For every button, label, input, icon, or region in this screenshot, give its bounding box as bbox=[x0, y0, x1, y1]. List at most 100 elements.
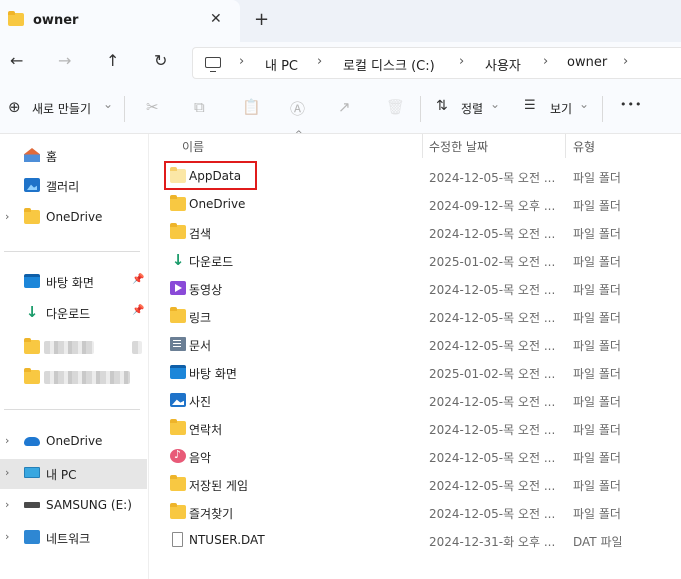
breadcrumb-local-disk[interactable]: 로컬 디스크 (C:) bbox=[343, 55, 435, 74]
new-icon: ⊕ bbox=[8, 98, 21, 116]
back-button[interactable]: ← bbox=[10, 51, 23, 70]
folder-icon bbox=[24, 368, 40, 384]
redacted-label bbox=[44, 371, 130, 384]
sidebar-item-label: 홈 bbox=[46, 150, 58, 164]
divider bbox=[4, 251, 140, 252]
sidebar-item-redacted[interactable] bbox=[0, 364, 147, 392]
up-button[interactable]: ↑ bbox=[106, 51, 119, 70]
file-row[interactable]: ↓ 다운로드 2025-01-02-목 오전 ... 파일 폴더 bbox=[149, 246, 681, 274]
file-row[interactable]: 동영상 2024-12-05-목 오전 ... 파일 폴더 bbox=[149, 274, 681, 302]
column-header-date[interactable]: 수정한 날짜 bbox=[429, 138, 488, 155]
file-row[interactable]: 사진 2024-12-05-목 오전 ... 파일 폴더 bbox=[149, 386, 681, 414]
new-tab-button[interactable]: + bbox=[254, 9, 269, 30]
navigation-pane: 홈 갤러리 › OneDrive 바탕 화면 📌 ↓ 다운로드 📌 › OneD… bbox=[0, 134, 148, 579]
chevron-right-icon[interactable]: › bbox=[317, 54, 322, 69]
breadcrumb-this-pc[interactable]: 내 PC bbox=[265, 55, 298, 74]
file-date: 2024-12-05-목 오전 ... bbox=[429, 451, 556, 465]
chevron-right-icon[interactable]: › bbox=[623, 54, 628, 69]
sidebar-item-downloads[interactable]: ↓ 다운로드 📌 bbox=[0, 299, 147, 327]
file-date: 2024-09-12-목 오후 ... bbox=[429, 199, 556, 213]
divider bbox=[420, 96, 421, 122]
file-row[interactable]: 연락처 2024-12-05-목 오전 ... 파일 폴더 bbox=[149, 414, 681, 442]
sidebar-item-samsung-drive[interactable]: › SAMSUNG (E:) bbox=[0, 492, 147, 520]
file-row[interactable]: 링크 2024-12-05-목 오전 ... 파일 폴더 bbox=[149, 302, 681, 330]
sidebar-item-label: OneDrive bbox=[46, 434, 103, 448]
chevron-right-icon[interactable]: › bbox=[5, 210, 9, 223]
file-row[interactable]: 저장된 게임 2024-12-05-목 오전 ... 파일 폴더 bbox=[149, 470, 681, 498]
chevron-right-icon[interactable]: › bbox=[5, 434, 9, 447]
folder-icon bbox=[170, 195, 186, 211]
delete-icon[interactable]: 🗑 bbox=[386, 98, 405, 116]
address-bar[interactable]: › 내 PC › 로컬 디스크 (C:) › 사용자 › owner › bbox=[192, 47, 681, 79]
sidebar-item-gallery[interactable]: 갤러리 bbox=[0, 172, 147, 200]
share-icon[interactable]: ↗ bbox=[338, 98, 351, 116]
file-type: 파일 폴더 bbox=[573, 283, 621, 297]
chevron-right-icon[interactable]: › bbox=[5, 530, 9, 543]
column-divider[interactable] bbox=[422, 134, 423, 158]
sidebar-item-home[interactable]: 홈 bbox=[0, 142, 147, 170]
copy-icon[interactable]: ⧉ bbox=[194, 98, 205, 116]
sidebar-item-network[interactable]: › 네트워크 bbox=[0, 524, 147, 552]
file-type: 파일 폴더 bbox=[573, 395, 621, 409]
chevron-right-icon[interactable]: › bbox=[543, 54, 548, 69]
tab-owner[interactable]: owner ✕ bbox=[0, 0, 240, 42]
redacted-label bbox=[44, 341, 94, 354]
file-date: 2024-12-05-목 오전 ... bbox=[429, 479, 556, 493]
file-name: 검색 bbox=[189, 227, 212, 241]
sidebar-item-desktop[interactable]: 바탕 화면 📌 bbox=[0, 268, 147, 296]
column-header-name[interactable]: 이름 bbox=[182, 138, 204, 155]
file-type: DAT 파일 bbox=[573, 535, 623, 549]
file-row[interactable]: 검색 2024-12-05-목 오전 ... 파일 폴더 bbox=[149, 218, 681, 246]
pin-icon[interactable]: 📌 bbox=[132, 305, 144, 316]
view-button[interactable]: 보기 bbox=[550, 100, 572, 117]
folder-icon bbox=[170, 419, 186, 435]
pin-icon[interactable]: 📌 bbox=[132, 274, 144, 285]
new-button[interactable]: 새로 만들기 bbox=[32, 100, 91, 117]
close-tab-button[interactable]: ✕ bbox=[210, 11, 222, 27]
file-date: 2024-12-05-목 오전 ... bbox=[429, 339, 556, 353]
sort-button[interactable]: 정렬 bbox=[461, 100, 483, 117]
desktop-icon bbox=[24, 274, 40, 288]
file-row[interactable]: 음악 2024-12-05-목 오전 ... 파일 폴더 bbox=[149, 442, 681, 470]
gallery-icon bbox=[24, 178, 40, 192]
chevron-right-icon[interactable]: › bbox=[239, 54, 244, 69]
sidebar-item-this-pc[interactable]: › 내 PC bbox=[0, 459, 147, 489]
file-row[interactable]: OneDrive 2024-09-12-목 오후 ... 파일 폴더 bbox=[149, 190, 681, 218]
chevron-down-icon: ⌄ bbox=[490, 97, 501, 111]
file-type: 파일 폴더 bbox=[573, 339, 621, 353]
folder-icon bbox=[24, 338, 40, 354]
breadcrumb-owner[interactable]: owner bbox=[567, 55, 607, 70]
file-name: OneDrive bbox=[189, 197, 246, 211]
file-type: 파일 폴더 bbox=[573, 199, 621, 213]
cloud-icon bbox=[24, 437, 40, 446]
file-type: 파일 폴더 bbox=[573, 255, 621, 269]
refresh-button[interactable]: ↻ bbox=[154, 51, 167, 70]
paste-icon[interactable]: 📋 bbox=[242, 98, 261, 116]
rename-icon[interactable]: Ⓐ bbox=[290, 98, 305, 119]
file-date: 2025-01-02-목 오전 ... bbox=[429, 255, 556, 269]
chevron-right-icon[interactable]: › bbox=[5, 466, 9, 479]
chevron-right-icon[interactable]: › bbox=[459, 54, 464, 69]
column-divider[interactable] bbox=[565, 134, 566, 158]
breadcrumb-users[interactable]: 사용자 bbox=[485, 55, 521, 74]
file-row[interactable]: 바탕 화면 2025-01-02-목 오전 ... 파일 폴더 bbox=[149, 358, 681, 386]
file-row[interactable]: 즐겨찾기 2024-12-05-목 오전 ... 파일 폴더 bbox=[149, 498, 681, 526]
divider bbox=[124, 96, 125, 122]
file-date: 2024-12-31-화 오후 ... bbox=[429, 535, 556, 549]
more-options-button[interactable]: ••• bbox=[620, 98, 642, 111]
file-row[interactable]: NTUSER.DAT 2024-12-31-화 오후 ... DAT 파일 bbox=[149, 526, 681, 554]
column-header-type[interactable]: 유형 bbox=[573, 138, 595, 155]
download-icon: ↓ bbox=[25, 303, 39, 321]
forward-button[interactable]: → bbox=[58, 51, 71, 70]
sidebar-item-redacted[interactable] bbox=[0, 334, 147, 362]
folder-icon bbox=[170, 503, 186, 519]
chevron-right-icon[interactable]: › bbox=[5, 498, 9, 511]
tab-title: owner bbox=[33, 13, 79, 28]
sidebar-item-onedrive[interactable]: › OneDrive bbox=[0, 428, 147, 456]
file-row[interactable]: 문서 2024-12-05-목 오전 ... 파일 폴더 bbox=[149, 330, 681, 358]
sidebar-item-onedrive-personal[interactable]: › OneDrive bbox=[0, 204, 147, 232]
monitor-icon bbox=[205, 57, 221, 72]
cut-icon[interactable]: ✂ bbox=[146, 98, 159, 116]
sidebar-item-label: 갤러리 bbox=[46, 180, 80, 194]
document-icon bbox=[170, 337, 186, 351]
